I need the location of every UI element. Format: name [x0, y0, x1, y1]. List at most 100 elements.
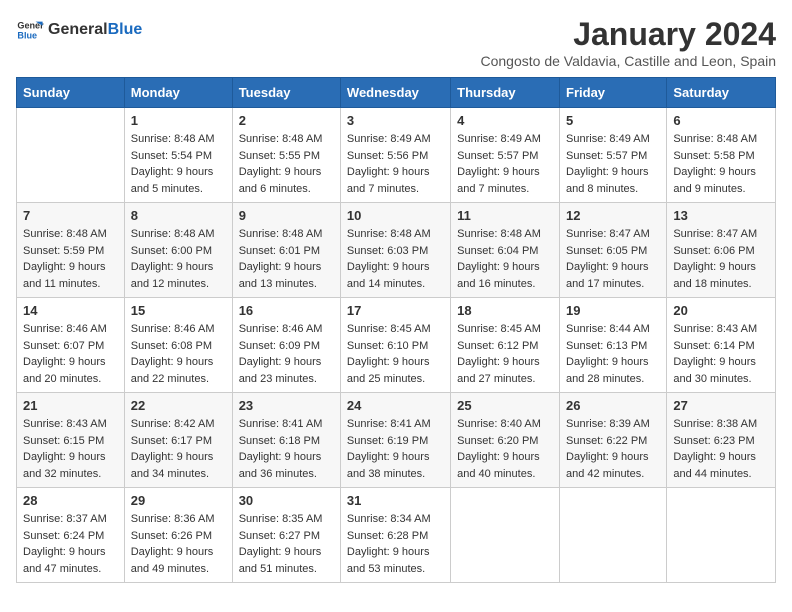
cell-line: Sunset: 6:03 PM: [347, 243, 444, 260]
calendar-cell: 17Sunrise: 8:45 AMSunset: 6:10 PMDayligh…: [340, 298, 450, 393]
calendar-cell: 24 Sunrise: 8:41 AMSunset: 6:19 PMDayligh…: [340, 393, 450, 488]
cell-line: Daylight: 9 hours: [566, 449, 660, 466]
calendar-cell: [560, 488, 667, 583]
cell-line: and 36 minutes.: [239, 466, 334, 483]
calendar-cell: 30Sunrise: 8:35 AMSunset: 6:27 PMDayligh…: [232, 488, 340, 583]
calendar-table: SundayMondayTuesdayWednesdayThursdayFrid…: [16, 77, 776, 583]
cell-line: Sunrise: 8:48 AM: [23, 226, 118, 243]
calendar-cell: 4Sunrise: 8:49 AMSunset: 5:57 PMDaylight…: [451, 108, 560, 203]
calendar-cell: 13Sunrise: 8:47 AMSunset: 6:06 PMDayligh…: [667, 203, 776, 298]
cell-line: Sunset: 6:24 PM: [23, 528, 118, 545]
cell-line: and 9 minutes.: [673, 181, 769, 198]
cell-line: Sunrise: 8:39 AM: [566, 416, 660, 433]
week-row-1: 1Sunrise: 8:48 AMSunset: 5:54 PMDaylight…: [17, 108, 776, 203]
cell-line: Sunset: 6:19 PM: [347, 433, 444, 450]
day-number: 24: [347, 398, 444, 413]
cell-line: Sunrise: 8:49 AM: [566, 131, 660, 148]
calendar-cell: 19Sunrise: 8:44 AMSunset: 6:13 PMDayligh…: [560, 298, 667, 393]
cell-line: Sunset: 5:57 PM: [457, 148, 553, 165]
cell-line: and 22 minutes.: [131, 371, 226, 388]
cell-line: Sunrise: 8:48 AM: [673, 131, 769, 148]
day-number: 1: [131, 113, 226, 128]
day-number: 15: [131, 303, 226, 318]
cell-line: Sunset: 6:17 PM: [131, 433, 226, 450]
cell-line: Daylight: 9 hours: [673, 164, 769, 181]
calendar-cell: 22 Sunrise: 8:42 AMSunset: 6:17 PMDayligh…: [124, 393, 232, 488]
calendar-cell: 31Sunrise: 8:34 AMSunset: 6:28 PMDayligh…: [340, 488, 450, 583]
cell-line: Daylight: 9 hours: [347, 259, 444, 276]
day-number: 3: [347, 113, 444, 128]
day-number: 25: [457, 398, 553, 413]
cell-line: Daylight: 9 hours: [131, 449, 226, 466]
cell-line: Sunset: 6:13 PM: [566, 338, 660, 355]
cell-line: Daylight: 9 hours: [347, 449, 444, 466]
cell-line: Daylight: 9 hours: [239, 354, 334, 371]
cell-line: Daylight: 9 hours: [131, 164, 226, 181]
cell-line: Sunrise: 8:41 AM: [239, 416, 334, 433]
calendar-cell: 29Sunrise: 8:36 AMSunset: 6:26 PMDayligh…: [124, 488, 232, 583]
cell-line: and 6 minutes.: [239, 181, 334, 198]
cell-line: Sunset: 6:07 PM: [23, 338, 118, 355]
cell-line: Sunset: 6:18 PM: [239, 433, 334, 450]
cell-line: and 23 minutes.: [239, 371, 334, 388]
location-subtitle: Congosto de Valdavia, Castille and Leon,…: [481, 53, 777, 69]
cell-line: Sunrise: 8:47 AM: [566, 226, 660, 243]
cell-line: Daylight: 9 hours: [566, 259, 660, 276]
calendar-cell: 11Sunrise: 8:48 AMSunset: 6:04 PMDayligh…: [451, 203, 560, 298]
month-title: January 2024: [481, 16, 777, 53]
header-tuesday: Tuesday: [232, 78, 340, 108]
calendar-cell: 3Sunrise: 8:49 AMSunset: 5:56 PMDaylight…: [340, 108, 450, 203]
cell-line: Sunrise: 8:36 AM: [131, 511, 226, 528]
cell-line: and 53 minutes.: [347, 561, 444, 578]
day-number: 27: [673, 398, 769, 413]
cell-line: and 44 minutes.: [673, 466, 769, 483]
cell-line: Sunset: 6:04 PM: [457, 243, 553, 260]
cell-line: Sunrise: 8:42 AM: [131, 416, 226, 433]
day-number: 22: [131, 398, 226, 413]
cell-line: Sunrise: 8:41 AM: [347, 416, 444, 433]
cell-line: and 38 minutes.: [347, 466, 444, 483]
cell-line: Sunrise: 8:48 AM: [239, 131, 334, 148]
calendar-cell: 1Sunrise: 8:48 AMSunset: 5:54 PMDaylight…: [124, 108, 232, 203]
cell-line: Sunrise: 8:49 AM: [457, 131, 553, 148]
cell-line: Daylight: 9 hours: [23, 449, 118, 466]
cell-line: Daylight: 9 hours: [457, 259, 553, 276]
cell-line: and 42 minutes.: [566, 466, 660, 483]
calendar-cell: 6Sunrise: 8:48 AMSunset: 5:58 PMDaylight…: [667, 108, 776, 203]
calendar-cell: 9Sunrise: 8:48 AMSunset: 6:01 PMDaylight…: [232, 203, 340, 298]
calendar-cell: [667, 488, 776, 583]
cell-line: Sunrise: 8:46 AM: [131, 321, 226, 338]
cell-line: and 25 minutes.: [347, 371, 444, 388]
cell-line: Sunrise: 8:34 AM: [347, 511, 444, 528]
cell-line: Sunrise: 8:49 AM: [347, 131, 444, 148]
cell-line: Sunrise: 8:48 AM: [347, 226, 444, 243]
cell-line: and 47 minutes.: [23, 561, 118, 578]
cell-line: Sunset: 5:59 PM: [23, 243, 118, 260]
cell-line: Daylight: 9 hours: [457, 164, 553, 181]
cell-line: Sunset: 6:10 PM: [347, 338, 444, 355]
cell-line: Sunset: 6:09 PM: [239, 338, 334, 355]
cell-line: Sunrise: 8:45 AM: [347, 321, 444, 338]
header-monday: Monday: [124, 78, 232, 108]
day-number: 26: [566, 398, 660, 413]
cell-line: and 16 minutes.: [457, 276, 553, 293]
cell-line: Sunrise: 8:43 AM: [673, 321, 769, 338]
cell-line: Sunset: 6:27 PM: [239, 528, 334, 545]
cell-line: Sunrise: 8:44 AM: [566, 321, 660, 338]
logo-blue: Blue: [108, 21, 143, 38]
cell-line: Daylight: 9 hours: [673, 259, 769, 276]
cell-line: and 20 minutes.: [23, 371, 118, 388]
day-number: 7: [23, 208, 118, 223]
cell-line: Sunrise: 8:47 AM: [673, 226, 769, 243]
calendar-cell: 28Sunrise: 8:37 AMSunset: 6:24 PMDayligh…: [17, 488, 125, 583]
day-number: 8: [131, 208, 226, 223]
cell-line: and 49 minutes.: [131, 561, 226, 578]
day-number: 18: [457, 303, 553, 318]
day-number: 6: [673, 113, 769, 128]
cell-line: Sunset: 6:15 PM: [23, 433, 118, 450]
cell-line: Sunset: 6:05 PM: [566, 243, 660, 260]
cell-line: Daylight: 9 hours: [566, 164, 660, 181]
cell-line: and 14 minutes.: [347, 276, 444, 293]
cell-line: Sunrise: 8:48 AM: [239, 226, 334, 243]
cell-line: and 12 minutes.: [131, 276, 226, 293]
